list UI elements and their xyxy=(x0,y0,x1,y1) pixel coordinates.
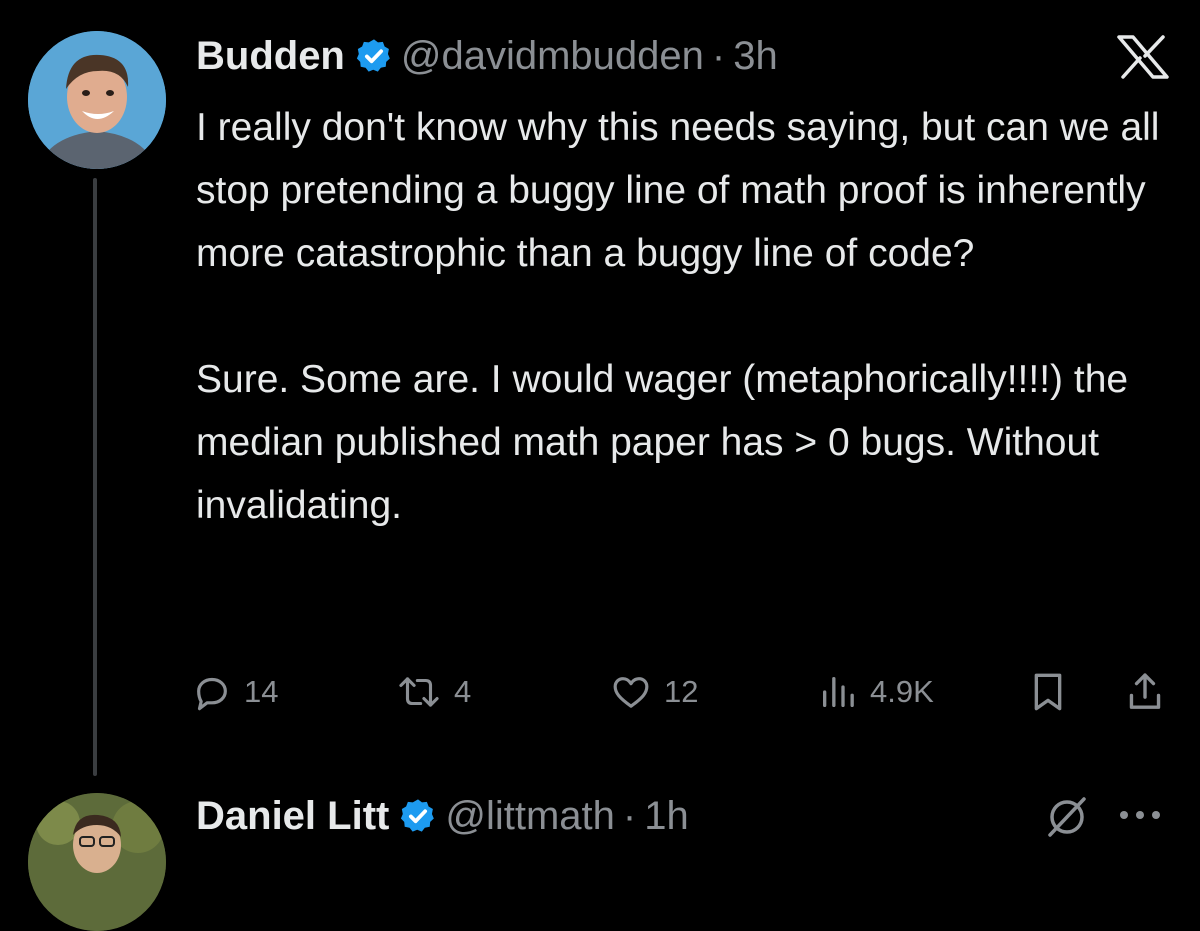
x-logo-icon xyxy=(1117,35,1169,79)
mute-icon[interactable] xyxy=(1044,793,1090,839)
view-count: 4.9K xyxy=(870,674,934,709)
author-name[interactable]: Budden xyxy=(196,34,345,79)
reply-header: Daniel Litt @littmath · 1h xyxy=(196,788,689,844)
more-icon[interactable] xyxy=(1110,800,1170,830)
share-button[interactable] xyxy=(1124,664,1166,720)
author-handle[interactable]: @davidmbudden xyxy=(401,34,704,79)
tweet-actions: 14 4 12 4.9K xyxy=(190,664,1180,720)
like-button[interactable]: 12 xyxy=(610,664,698,720)
tweet-header: Budden @davidmbudden · 3h xyxy=(196,28,778,84)
reply-author-name[interactable]: Daniel Litt xyxy=(196,794,389,839)
reply-count: 14 xyxy=(244,674,279,709)
author-avatar[interactable] xyxy=(28,31,166,169)
retweet-button[interactable]: 4 xyxy=(396,664,471,720)
reply-author-handle[interactable]: @littmath xyxy=(445,794,615,839)
retweet-icon xyxy=(399,677,439,707)
separator-dot: · xyxy=(622,793,637,838)
reply-author-avatar[interactable] xyxy=(28,793,166,931)
share-icon xyxy=(1129,673,1161,709)
timestamp[interactable]: 3h xyxy=(733,34,778,79)
retweet-count: 4 xyxy=(454,674,472,709)
separator-dot: · xyxy=(711,33,726,78)
reply-timestamp[interactable]: 1h xyxy=(644,794,689,839)
tweet-text: I really don't know why this needs sayin… xyxy=(196,106,1160,527)
views-icon xyxy=(823,677,854,707)
heart-icon xyxy=(613,677,649,708)
bookmark-icon xyxy=(1034,673,1062,711)
thread-line xyxy=(93,178,97,776)
verified-badge-icon xyxy=(401,799,435,832)
views-button[interactable]: 4.9K xyxy=(818,664,934,720)
reply-button[interactable]: 14 xyxy=(192,664,278,720)
bookmark-button[interactable] xyxy=(1028,664,1068,720)
verified-badge-icon xyxy=(356,39,390,72)
reply-icon xyxy=(197,677,227,711)
like-count: 12 xyxy=(664,674,699,709)
